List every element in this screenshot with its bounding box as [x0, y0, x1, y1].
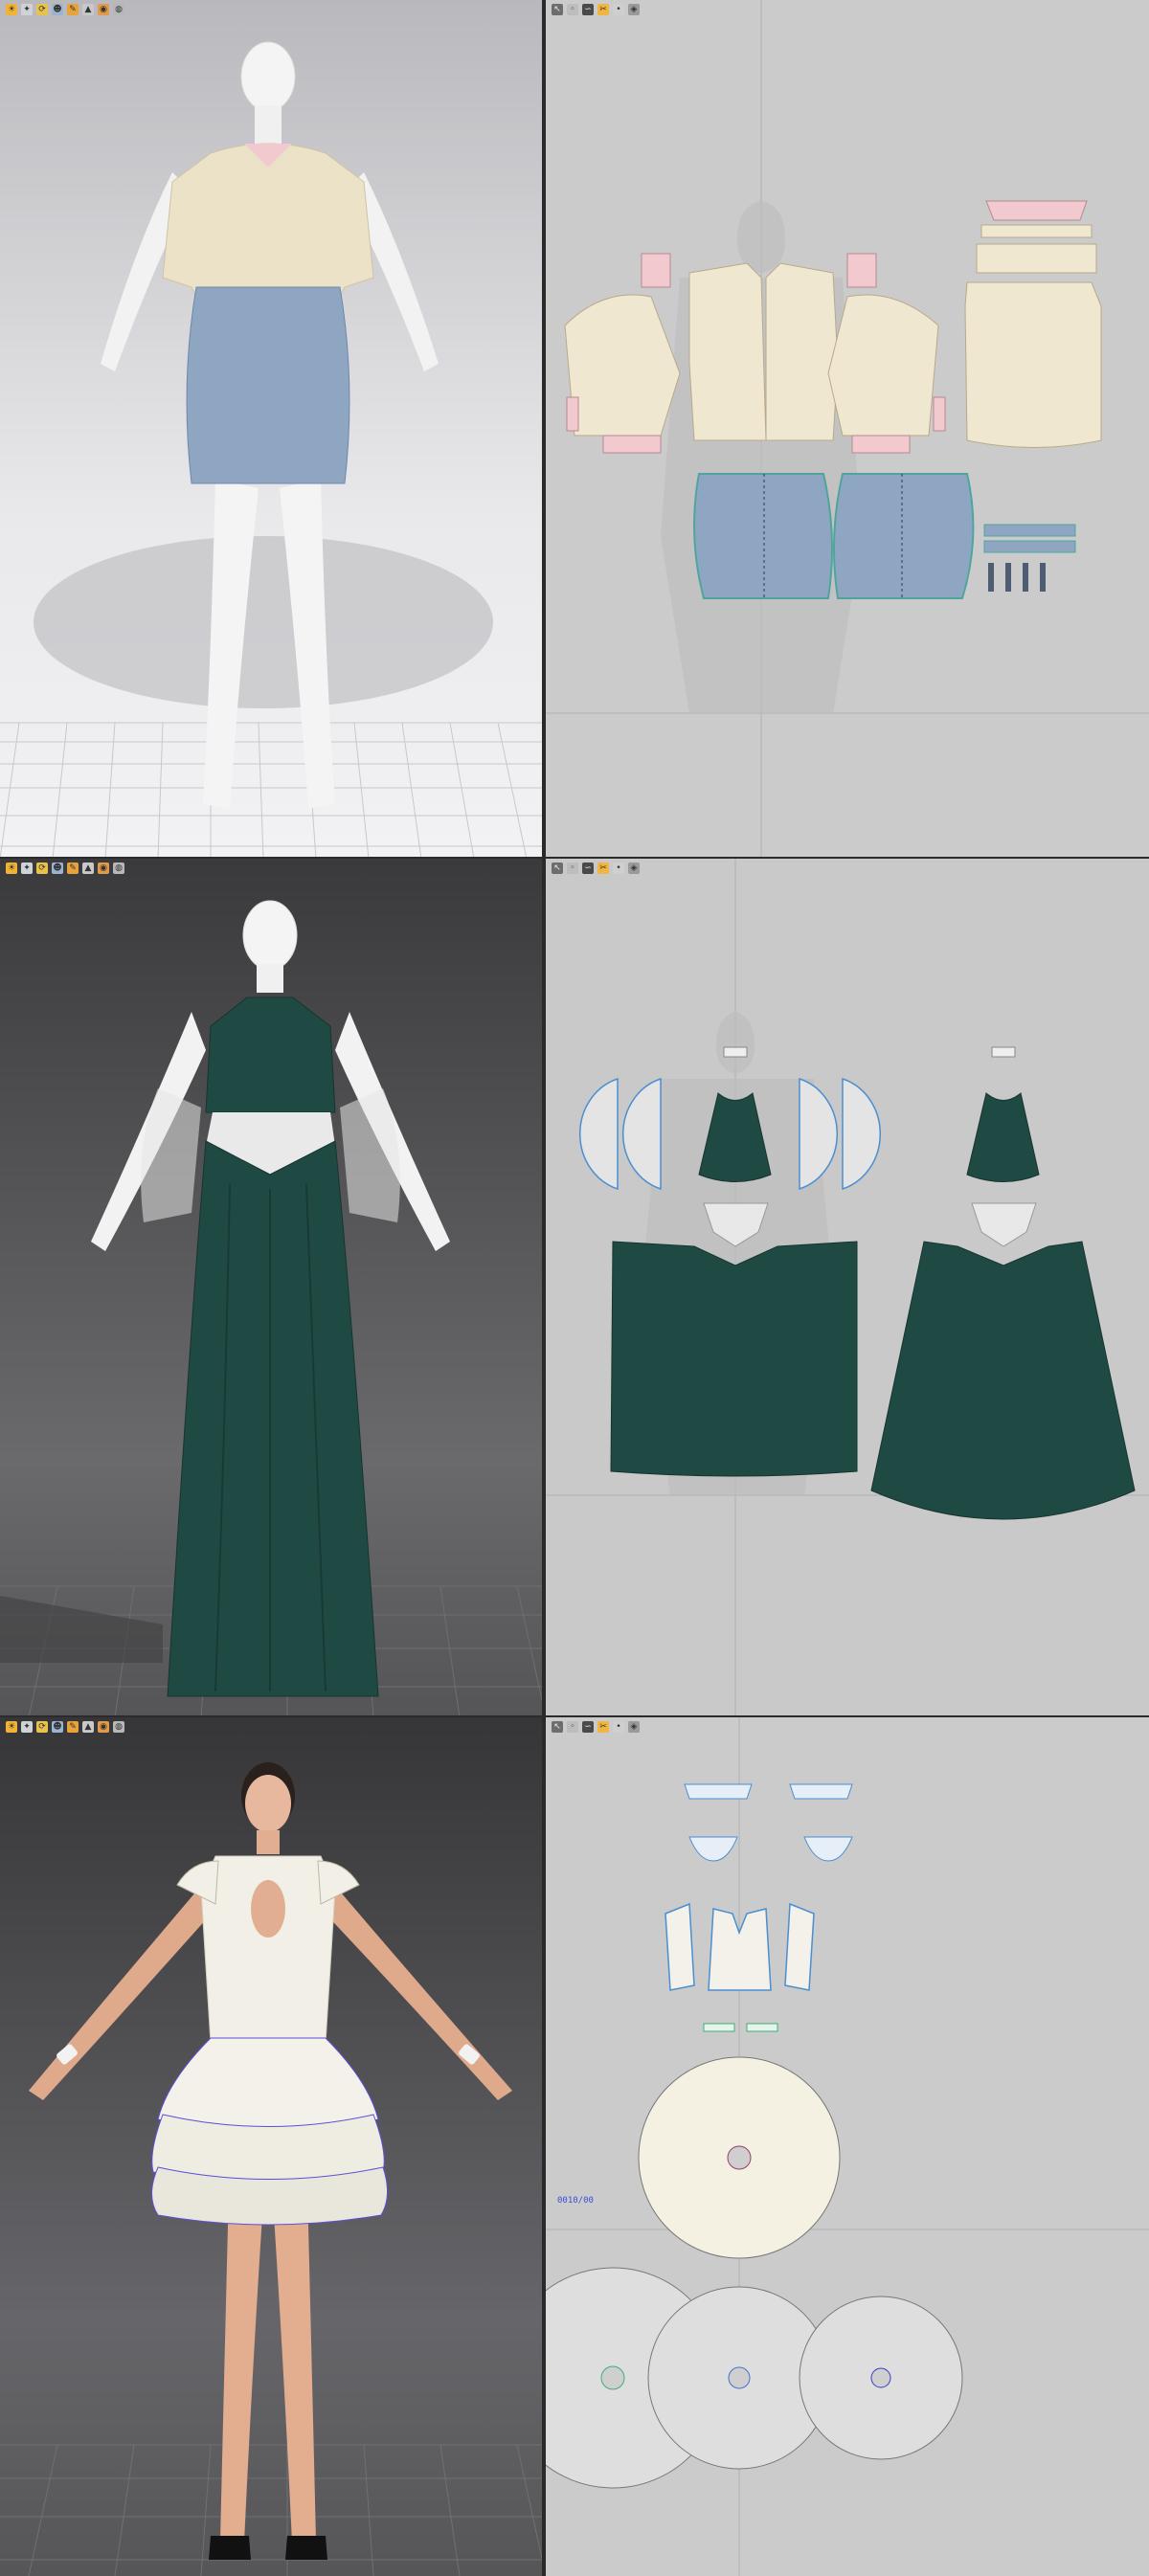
curve-icon[interactable]: ∽: [582, 1721, 594, 1733]
fold-icon[interactable]: ◈: [628, 4, 640, 15]
measure-icon[interactable]: ✎: [67, 862, 79, 874]
pattern-piece-skirt-front: [693, 473, 833, 599]
2d-toolbar-3: ↖ ◦ ∽ ✂ • ◈: [552, 1721, 640, 1735]
sewing-icon[interactable]: ✂: [597, 1721, 609, 1733]
3d-toolbar-3: ☀ ✦ ⟳ ☻ ✎ ▲ ◉ ◍: [6, 1721, 124, 1735]
brush-icon[interactable]: ▲: [82, 1721, 94, 1733]
2d-pattern-window-2[interactable]: ↖ ◦ ∽ ✂ • ◈: [546, 859, 1149, 1717]
render-icon[interactable]: ◍: [113, 862, 124, 874]
sewing-icon[interactable]: ✂: [597, 862, 609, 874]
2d-pattern-canvas-3: [546, 1717, 1149, 2576]
rotate-icon[interactable]: ⟳: [36, 4, 48, 15]
pin-icon[interactable]: •: [613, 1721, 624, 1733]
3d-viewport-1[interactable]: ☀ ✦ ⟳ ☻ ✎ ▲ ◉ ◍: [0, 0, 542, 859]
rotate-icon[interactable]: ⟳: [36, 1721, 48, 1733]
pattern-piece-back: [964, 281, 1102, 448]
sun-icon[interactable]: ☀: [6, 4, 17, 15]
2d-toolbar-2: ↖ ◦ ∽ ✂ • ◈: [552, 862, 640, 876]
render-icon[interactable]: ◍: [113, 4, 124, 15]
pin-icon[interactable]: •: [613, 862, 624, 874]
rotate-icon[interactable]: ⟳: [36, 862, 48, 874]
edit-point-icon[interactable]: ◦: [567, 4, 578, 15]
workspace-row-1: ☀ ✦ ⟳ ☻ ✎ ▲ ◉ ◍ ↖ ◦ ∽ ✂ • ◈: [0, 0, 1149, 859]
avatar-icon[interactable]: ☻: [52, 862, 63, 874]
transform-icon[interactable]: ↖: [552, 862, 563, 874]
brush-icon[interactable]: ▲: [82, 862, 94, 874]
pattern-piece-skirt-front: [610, 1241, 858, 1477]
transform-icon[interactable]: ↖: [552, 1721, 563, 1733]
3d-scene-1: [0, 0, 542, 859]
measure-icon[interactable]: ✎: [67, 1721, 79, 1733]
fold-icon[interactable]: ◈: [628, 1721, 640, 1733]
2d-pattern-canvas-2: [546, 859, 1149, 1717]
workspace-row-3: ☀ ✦ ⟳ ☻ ✎ ▲ ◉ ◍ 0010/00 ↖ ◦ ∽ ✂ • ◈: [0, 1717, 1149, 2576]
curve-icon[interactable]: ∽: [582, 862, 594, 874]
avatar-icon[interactable]: ☻: [52, 4, 63, 15]
3d-scene-3: [0, 1717, 542, 2576]
pattern-piece-front-right: [765, 262, 839, 441]
pattern-piece-front-left: [688, 262, 767, 441]
select-icon[interactable]: ✦: [21, 1721, 33, 1733]
sewing-icon[interactable]: ✂: [597, 4, 609, 15]
3d-toolbar-1: ☀ ✦ ⟳ ☻ ✎ ▲ ◉ ◍: [6, 4, 124, 17]
edit-point-icon[interactable]: ◦: [567, 1721, 578, 1733]
sun-icon[interactable]: ☀: [6, 1721, 17, 1733]
curve-icon[interactable]: ∽: [582, 4, 594, 15]
avatar-icon[interactable]: ☻: [52, 1721, 63, 1733]
2d-pattern-window-1[interactable]: ↖ ◦ ∽ ✂ • ◈: [546, 0, 1149, 859]
brush-icon[interactable]: ▲: [82, 4, 94, 15]
workspace-row-2: ☀ ✦ ⟳ ☻ ✎ ▲ ◉ ◍ ↖ ◦ ∽ ✂ • ◈: [0, 859, 1149, 1717]
select-icon[interactable]: ✦: [21, 4, 33, 15]
render-icon[interactable]: ◍: [113, 1721, 124, 1733]
transform-icon[interactable]: ↖: [552, 4, 563, 15]
3d-viewport-3[interactable]: ☀ ✦ ⟳ ☻ ✎ ▲ ◉ ◍: [0, 1717, 542, 2576]
coordinate-readout: 0010/00: [557, 2196, 594, 2206]
2d-pattern-canvas-1: [546, 0, 1149, 859]
camera-icon[interactable]: ◉: [98, 4, 109, 15]
measure-icon[interactable]: ✎: [67, 4, 79, 15]
3d-viewport-2[interactable]: ☀ ✦ ⟳ ☻ ✎ ▲ ◉ ◍: [0, 859, 542, 1717]
2d-pattern-window-3[interactable]: 0010/00 ↖ ◦ ∽ ✂ • ◈: [546, 1717, 1149, 2576]
edit-point-icon[interactable]: ◦: [567, 862, 578, 874]
sun-icon[interactable]: ☀: [6, 862, 17, 874]
3d-toolbar-2: ☀ ✦ ⟳ ☻ ✎ ▲ ◉ ◍: [6, 862, 124, 876]
fold-icon[interactable]: ◈: [628, 862, 640, 874]
camera-icon[interactable]: ◉: [98, 1721, 109, 1733]
2d-toolbar-1: ↖ ◦ ∽ ✂ • ◈: [552, 4, 640, 17]
pattern-piece-skirt-back: [833, 473, 975, 599]
select-icon[interactable]: ✦: [21, 862, 33, 874]
3d-scene-2: [0, 859, 542, 1717]
pattern-piece-sleeve-right: [827, 294, 939, 437]
camera-icon[interactable]: ◉: [98, 862, 109, 874]
pin-icon[interactable]: •: [613, 4, 624, 15]
